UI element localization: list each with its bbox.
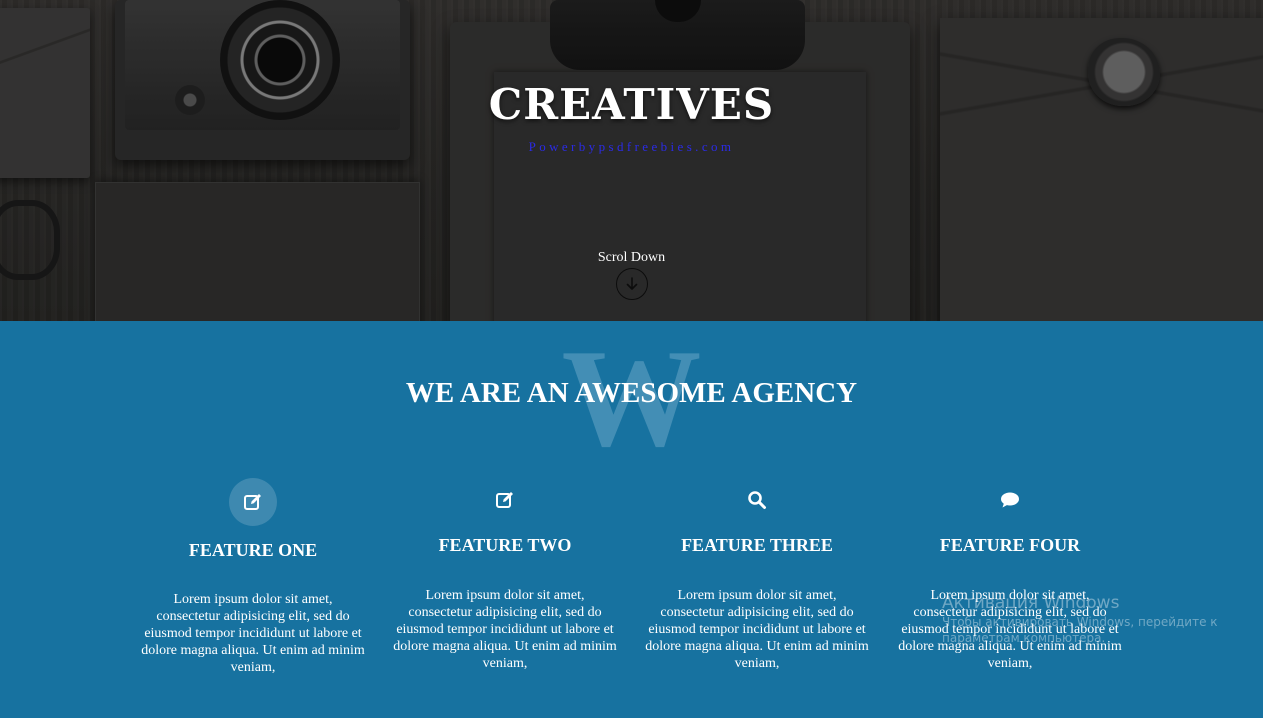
hero-title: CREATIVES (488, 80, 775, 129)
edit-icon (229, 478, 277, 526)
feature-text: Lorem ipsum dolor sit amet, consectetur … (141, 592, 365, 675)
feature-title: FEATURE ONE (188, 540, 318, 560)
hero-subtitle-link[interactable]: Powerbypsdfreebies.com (0, 139, 1263, 155)
feature-title: FEATURE TWO (438, 535, 572, 555)
feature-title: FEATURE THREE (681, 535, 833, 555)
scroll-down-label: Scrol Down (597, 250, 666, 265)
search-icon (733, 476, 781, 524)
hero-section: CREATIVES Powerbypsdfreebies.com Scrol D… (0, 0, 1263, 321)
feature-text: Lorem ipsum dolor sit amet, consectetur … (898, 588, 1122, 671)
feature-title: FEATURE FOUR (939, 535, 1081, 555)
arrow-down-icon (626, 277, 638, 290)
agency-section: W WE ARE AN AWESOME AGENCY FEATURE ONE L… (0, 321, 1263, 718)
scroll-down-button[interactable] (616, 268, 648, 300)
edit-icon (481, 476, 529, 524)
feature-text: Lorem ipsum dolor sit amet, consectetur … (645, 588, 869, 671)
feature-text: Lorem ipsum dolor sit amet, consectetur … (393, 588, 617, 671)
comment-icon (986, 476, 1034, 524)
agency-title: WE ARE AN AWESOME AGENCY (405, 377, 858, 409)
